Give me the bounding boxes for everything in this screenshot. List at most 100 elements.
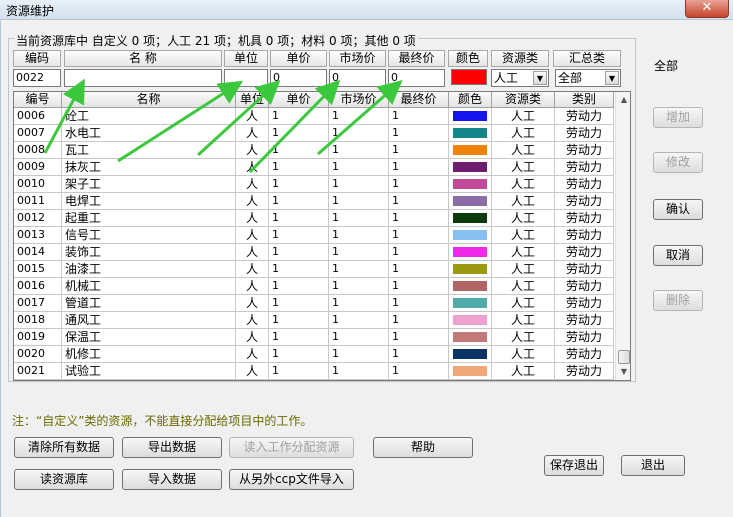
cell-market-price[interactable]: 1: [329, 227, 389, 244]
cell-resource-type[interactable]: 人工: [492, 108, 555, 125]
price-input[interactable]: 0: [270, 69, 327, 87]
help-button[interactable]: 帮助: [373, 437, 473, 458]
cell-resource-type[interactable]: 人工: [492, 346, 555, 363]
cell-market-price[interactable]: 1: [329, 312, 389, 329]
cell-code[interactable]: 0019: [14, 329, 62, 346]
cell-unit[interactable]: 人: [236, 312, 269, 329]
cell-color[interactable]: [449, 227, 492, 244]
cell-market-price[interactable]: 1: [329, 295, 389, 312]
cell-market-price[interactable]: 1: [329, 329, 389, 346]
cell-category[interactable]: 劳动力: [555, 244, 614, 261]
cell-market-price[interactable]: 1: [329, 363, 389, 380]
cell-name[interactable]: 瓦工: [62, 142, 236, 159]
cell-final-price[interactable]: 1: [389, 346, 449, 363]
cell-market-price[interactable]: 1: [329, 346, 389, 363]
cell-market-price[interactable]: 1: [329, 125, 389, 142]
cell-code[interactable]: 0015: [14, 261, 62, 278]
grid-header-category[interactable]: 类别: [555, 92, 614, 108]
cell-price[interactable]: 1: [269, 227, 329, 244]
resource-type-select[interactable]: 人工 ▼: [491, 69, 549, 87]
cell-category[interactable]: 劳动力: [555, 176, 614, 193]
cell-final-price[interactable]: 1: [389, 176, 449, 193]
cell-code[interactable]: 0016: [14, 278, 62, 295]
cell-code[interactable]: 0017: [14, 295, 62, 312]
cell-category[interactable]: 劳动力: [555, 193, 614, 210]
cell-price[interactable]: 1: [269, 261, 329, 278]
name-input[interactable]: [64, 69, 222, 87]
cell-name[interactable]: 机械工: [62, 278, 236, 295]
cell-market-price[interactable]: 1: [329, 193, 389, 210]
code-input[interactable]: 0022: [13, 69, 61, 87]
cell-code[interactable]: 0014: [14, 244, 62, 261]
read-work-allocation-button[interactable]: 读入工作分配资源: [229, 437, 354, 458]
read-resource-library-button[interactable]: 读资源库: [14, 469, 114, 490]
cell-unit[interactable]: 人: [236, 193, 269, 210]
add-button[interactable]: 增加: [653, 107, 703, 128]
cell-name[interactable]: 试验工: [62, 363, 236, 380]
cell-color[interactable]: [449, 363, 492, 380]
cell-price[interactable]: 1: [269, 278, 329, 295]
cell-color[interactable]: [449, 261, 492, 278]
cell-name[interactable]: 信号工: [62, 227, 236, 244]
grid-header-price[interactable]: 单价: [269, 92, 329, 108]
grid-header-final-price[interactable]: 最终价: [389, 92, 449, 108]
summary-type-select[interactable]: 全部 ▼: [555, 69, 621, 87]
cell-final-price[interactable]: 1: [389, 295, 449, 312]
cell-market-price[interactable]: 1: [329, 261, 389, 278]
grid-vertical-scrollbar[interactable]: ▲ ▼: [615, 92, 630, 380]
cell-color[interactable]: [449, 142, 492, 159]
cell-color[interactable]: [449, 244, 492, 261]
chevron-down-icon[interactable]: ▼: [605, 71, 619, 85]
cell-final-price[interactable]: 1: [389, 244, 449, 261]
cell-code[interactable]: 0006: [14, 108, 62, 125]
delete-button[interactable]: 删除: [653, 290, 703, 311]
cell-name[interactable]: 抹灰工: [62, 159, 236, 176]
cell-resource-type[interactable]: 人工: [492, 125, 555, 142]
cell-code[interactable]: 0012: [14, 210, 62, 227]
cancel-button[interactable]: 取消: [653, 245, 703, 266]
cell-color[interactable]: [449, 108, 492, 125]
grid-header-market-price[interactable]: 市场价: [329, 92, 389, 108]
export-data-button[interactable]: 导出数据: [122, 437, 222, 458]
cell-resource-type[interactable]: 人工: [492, 261, 555, 278]
cell-market-price[interactable]: 1: [329, 142, 389, 159]
cell-category[interactable]: 劳动力: [555, 312, 614, 329]
cell-price[interactable]: 1: [269, 176, 329, 193]
cell-unit[interactable]: 人: [236, 244, 269, 261]
cell-code[interactable]: 0008: [14, 142, 62, 159]
cell-unit[interactable]: 人: [236, 142, 269, 159]
save-exit-button[interactable]: 保存退出: [544, 455, 604, 476]
cell-market-price[interactable]: 1: [329, 108, 389, 125]
cell-final-price[interactable]: 1: [389, 159, 449, 176]
cell-unit[interactable]: 人: [236, 227, 269, 244]
cell-color[interactable]: [449, 210, 492, 227]
cell-resource-type[interactable]: 人工: [492, 363, 555, 380]
cell-color[interactable]: [449, 159, 492, 176]
cell-final-price[interactable]: 1: [389, 142, 449, 159]
cell-name[interactable]: 砼工: [62, 108, 236, 125]
cell-color[interactable]: [449, 312, 492, 329]
cell-color[interactable]: [449, 329, 492, 346]
cell-color[interactable]: [449, 346, 492, 363]
scroll-thumb[interactable]: [618, 350, 630, 364]
cell-resource-type[interactable]: 人工: [492, 227, 555, 244]
cell-price[interactable]: 1: [269, 125, 329, 142]
cell-color[interactable]: [449, 295, 492, 312]
cell-market-price[interactable]: 1: [329, 159, 389, 176]
cell-code[interactable]: 0021: [14, 363, 62, 380]
cell-final-price[interactable]: 1: [389, 227, 449, 244]
cell-category[interactable]: 劳动力: [555, 159, 614, 176]
cell-code[interactable]: 0011: [14, 193, 62, 210]
cell-unit[interactable]: 人: [236, 295, 269, 312]
cell-category[interactable]: 劳动力: [555, 210, 614, 227]
cell-code[interactable]: 0013: [14, 227, 62, 244]
scroll-up-icon[interactable]: ▲: [616, 92, 630, 108]
cell-category[interactable]: 劳动力: [555, 142, 614, 159]
grid-header-color[interactable]: 颜色: [449, 92, 492, 108]
cell-resource-type[interactable]: 人工: [492, 295, 555, 312]
cell-price[interactable]: 1: [269, 142, 329, 159]
cell-code[interactable]: 0007: [14, 125, 62, 142]
cell-code[interactable]: 0009: [14, 159, 62, 176]
grid-header-name[interactable]: 名称: [62, 92, 236, 108]
cell-final-price[interactable]: 1: [389, 125, 449, 142]
